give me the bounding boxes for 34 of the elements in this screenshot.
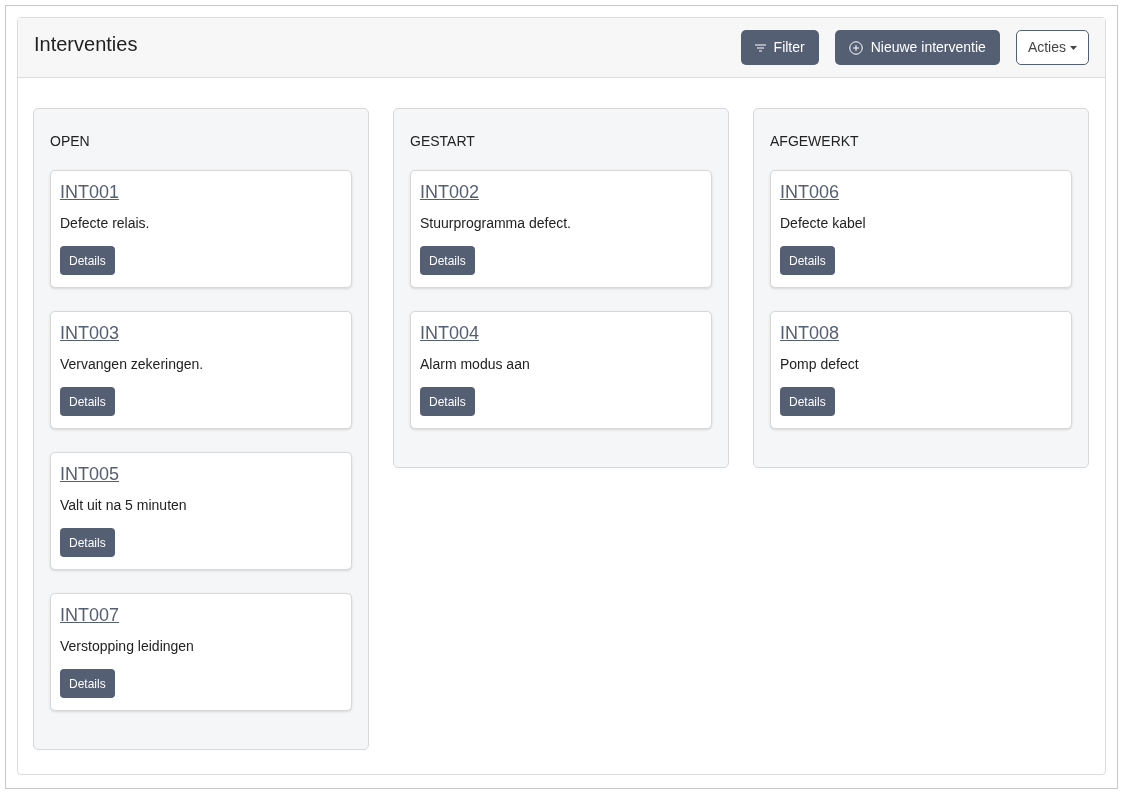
intervention-description: Valt uit na 5 minuten [60, 496, 188, 515]
column-title: OPEN [50, 132, 91, 151]
details-button[interactable]: Details [60, 528, 115, 557]
details-button[interactable]: Details [60, 387, 115, 416]
details-button[interactable]: Details [780, 246, 835, 275]
caret-icon [1070, 45, 1077, 50]
details-button[interactable]: Details [420, 246, 475, 275]
intervention-link[interactable]: INT008 [780, 322, 840, 344]
intervention-description: Pomp defect [780, 355, 860, 374]
intervention-link[interactable]: INT003 [60, 322, 120, 344]
details-button[interactable]: Details [420, 387, 475, 416]
details-button[interactable]: Details [60, 669, 115, 698]
intervention-description: Alarm modus aan [420, 355, 531, 374]
new-intervention-button[interactable]: Nieuwe interventie [834, 30, 1000, 65]
plus-circle-icon [848, 40, 863, 55]
column-title: AFGEWERKT [770, 132, 860, 151]
intervention-link[interactable]: INT006 [780, 181, 840, 203]
intervention-description: Verstopping leidingen [60, 637, 195, 656]
filter-icon [754, 43, 766, 52]
intervention-description: Defecte kabel [780, 214, 867, 233]
intervention-link[interactable]: INT001 [60, 181, 120, 203]
filter-button[interactable]: Filter [740, 30, 819, 65]
actions-dropdown[interactable]: Acties [1015, 30, 1089, 65]
details-button[interactable]: Details [780, 387, 835, 416]
intervention-description: Defecte relais. [60, 214, 151, 233]
intervention-link[interactable]: INT002 [420, 181, 480, 203]
details-button[interactable]: Details [60, 246, 115, 275]
column-title: GESTART [410, 132, 476, 151]
intervention-link[interactable]: INT007 [60, 604, 120, 626]
intervention-description: Vervangen zekeringen. [60, 355, 205, 374]
intervention-link[interactable]: INT004 [420, 322, 480, 344]
intervention-description: Stuurprogramma defect. [420, 214, 572, 233]
intervention-link[interactable]: INT005 [60, 463, 120, 485]
page-title: Interventies [34, 32, 138, 57]
